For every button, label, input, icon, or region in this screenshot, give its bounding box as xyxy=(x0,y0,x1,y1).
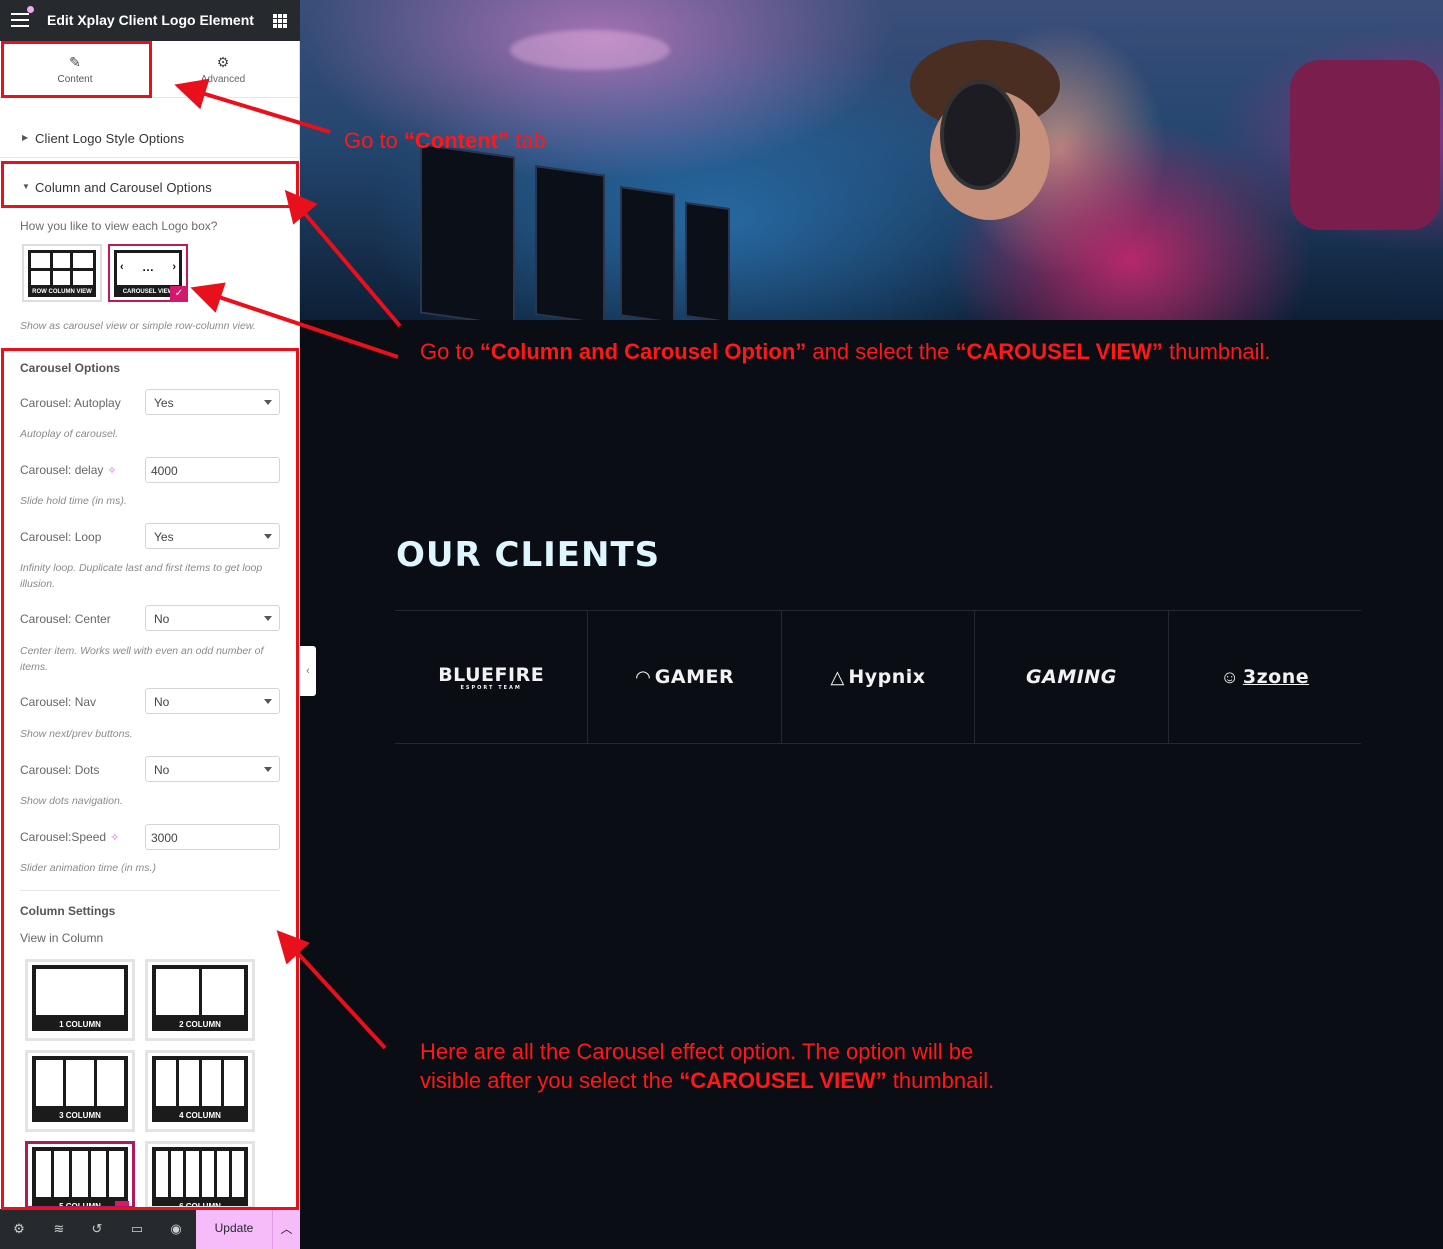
section-client-logo-style[interactable]: ▶ Client Logo Style Options xyxy=(0,118,300,158)
view-description: Show as carousel view or simple row-colu… xyxy=(20,320,256,332)
tab-advanced-label: Advanced xyxy=(200,74,246,85)
row-column-grid-icon xyxy=(28,250,96,288)
carousel-view-thumbnail[interactable]: ‹… › CAROUSEL VIEW ✓ xyxy=(108,244,188,302)
vr-gamer-icon: ☺ xyxy=(1220,666,1239,687)
collapse-panel-button[interactable]: ‹ xyxy=(300,646,316,696)
panel-header: Edit Xplay Client Logo Element xyxy=(0,0,300,41)
settings-icon[interactable]: ⚙ xyxy=(11,1221,27,1237)
highlight-carousel-options xyxy=(1,348,299,1210)
row-column-view-thumbnail[interactable]: ROW COLUMN VIEW xyxy=(22,244,102,302)
annotation-content-tab: Go to “Content” tab xyxy=(344,128,546,153)
check-icon: ✓ xyxy=(170,286,188,302)
chevron-up-icon[interactable]: ︿ xyxy=(272,1209,300,1249)
responsive-icon[interactable]: ▭ xyxy=(129,1221,145,1237)
notification-dot xyxy=(27,6,34,13)
client-logo-gaming: GAMING xyxy=(975,611,1169,743)
hamburger-menu-icon[interactable] xyxy=(11,13,29,27)
update-button[interactable]: Update xyxy=(196,1209,272,1249)
thumbnail-caption: ROW COLUMN VIEW xyxy=(28,287,96,297)
highlight-content-tab xyxy=(1,41,152,98)
client-logo-hypnix: △ Hypnix xyxy=(782,611,976,743)
gear-icon: ⚙ xyxy=(216,54,230,70)
preview-icon[interactable]: ◉ xyxy=(168,1221,184,1237)
tab-advanced[interactable]: ⚙ Advanced xyxy=(148,41,298,98)
annotation-column-carousel: Go to “Column and Carousel Option” and s… xyxy=(420,339,1271,364)
panel-footer: ⚙ ≋ ↺ ▭ ◉ Update ︿ xyxy=(0,1209,300,1249)
headset-icon: ◠ xyxy=(635,666,651,687)
hero-gamer-image xyxy=(300,0,1443,320)
client-logo-bluefire: BLUEFIRE ESPORT TEAM xyxy=(395,611,589,743)
panel-title: Edit Xplay Client Logo Element xyxy=(47,12,254,28)
client-logo-carousel: BLUEFIRE ESPORT TEAM ◠ GAMER △ Hypnix GAMIN… xyxy=(395,610,1361,744)
view-question-label: How you like to view each Logo box? xyxy=(20,219,218,233)
section-label: Client Logo Style Options xyxy=(35,131,185,146)
client-logo-gamer: ◠ GAMER xyxy=(588,611,782,743)
annotation-carousel-options: Here are all the Carousel effect option.… xyxy=(420,1039,995,1093)
client-logo-3zone: ☺ 3zone xyxy=(1220,666,1310,688)
widgets-grid-icon[interactable] xyxy=(273,14,287,28)
highlight-column-section xyxy=(1,161,299,208)
carousel-icon: ‹… › xyxy=(114,250,182,288)
clients-heading: OUR CLIENTS xyxy=(396,535,661,575)
layers-icon[interactable]: ≋ xyxy=(51,1221,67,1237)
triangle-icon: △ xyxy=(830,666,845,687)
history-icon[interactable]: ↺ xyxy=(89,1221,105,1237)
caret-right-icon: ▶ xyxy=(22,133,29,142)
